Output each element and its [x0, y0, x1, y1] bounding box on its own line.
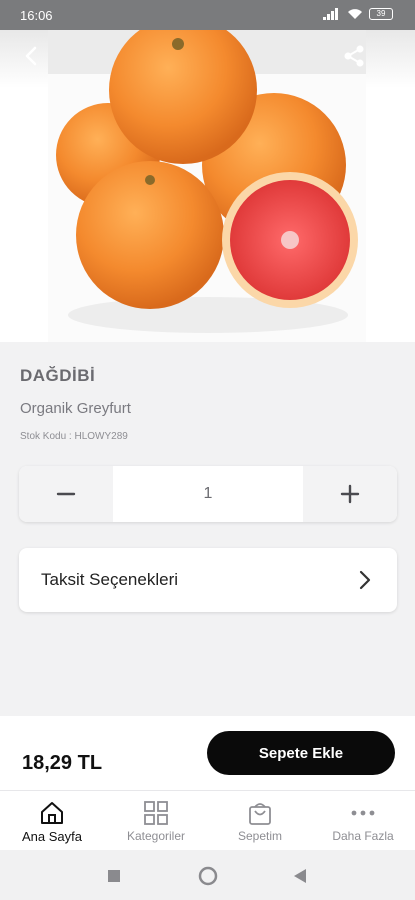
more-icon — [351, 810, 375, 816]
tab-categories[interactable]: Kategoriler — [104, 791, 208, 851]
product-brand: DAĞDİBİ — [20, 366, 96, 385]
status-icons: 39 — [323, 8, 393, 20]
recent-apps-icon[interactable] — [107, 869, 121, 883]
status-bar: 16:06 39 — [0, 0, 415, 30]
status-time: 16:06 — [20, 8, 53, 23]
grapefruit-illustration — [56, 30, 358, 333]
signal-icon — [323, 8, 338, 20]
installment-options-label: Taksit Seçenekleri — [41, 570, 179, 589]
tab-cart[interactable]: Sepetim — [208, 791, 312, 851]
tab-more-label: Daha Fazla — [332, 829, 394, 843]
tab-cart-label: Sepetim — [237, 829, 283, 843]
product-image — [48, 30, 366, 342]
add-to-cart-button[interactable]: Sepete Ekle — [207, 731, 395, 775]
bottom-tab-bar: Ana Sayfa Kategoriler Sepetim Daha Fazla — [0, 790, 415, 851]
product-image-area — [0, 30, 415, 342]
wifi-icon — [348, 9, 362, 19]
plus-icon — [340, 484, 360, 504]
product-price: 18,29 TL — [22, 752, 103, 774]
share-icon[interactable] — [341, 43, 367, 69]
grid-icon — [144, 801, 168, 825]
tab-categories-label: Kategoriler — [126, 829, 186, 843]
chevron-right-icon — [359, 570, 371, 590]
home-button-icon[interactable] — [198, 866, 218, 886]
back-triangle-icon[interactable] — [293, 868, 307, 884]
bag-icon — [249, 803, 271, 825]
tab-home-label: Ana Sayfa — [22, 829, 82, 844]
system-nav-bar — [0, 850, 415, 900]
minus-icon — [56, 492, 76, 496]
decrease-quantity-button[interactable] — [19, 466, 113, 522]
back-icon[interactable] — [18, 42, 46, 70]
installment-options-row[interactable]: Taksit Seçenekleri — [19, 548, 397, 612]
product-name: Organik Greyfurt — [20, 400, 131, 417]
tab-more[interactable]: Daha Fazla — [311, 791, 415, 851]
quantity-stepper: 1 — [19, 466, 397, 522]
quantity-value[interactable]: 1 — [113, 466, 303, 522]
home-icon — [41, 802, 63, 824]
tab-home[interactable]: Ana Sayfa — [0, 791, 104, 851]
increase-quantity-button[interactable] — [303, 466, 397, 522]
battery-level: 39 — [376, 9, 386, 18]
stock-code: Stok Kodu : HLOWY289 — [20, 431, 128, 442]
battery-icon: 39 — [369, 8, 393, 20]
